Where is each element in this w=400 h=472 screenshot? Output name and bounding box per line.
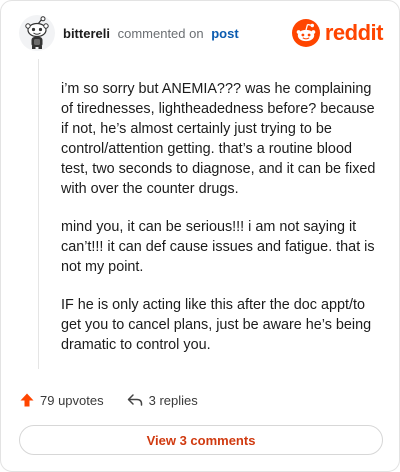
replies-button[interactable]: 3 replies	[126, 392, 198, 408]
post-link[interactable]: post	[211, 26, 238, 41]
upvote-count: 79 upvotes	[40, 392, 104, 408]
reply-count: 3 replies	[148, 392, 198, 408]
commented-on-text: commented on	[117, 26, 204, 41]
comment-header: bittereli commented on post reddit	[19, 15, 384, 55]
comment-embed-card: bittereli commented on post reddit i’m s…	[0, 0, 400, 472]
reddit-logo[interactable]: reddit	[291, 18, 384, 48]
upvote-arrow-icon	[20, 393, 34, 407]
view-comments-button[interactable]: View 3 comments	[19, 425, 383, 455]
reddit-snoo-icon	[291, 19, 320, 47]
comment-paragraph: IF he is only acting like this after the…	[61, 297, 372, 353]
upvote-button[interactable]: 79 upvotes	[19, 392, 104, 408]
username-link[interactable]: bittereli	[63, 26, 110, 41]
comment-paragraph: mind you, it can be serious!!! i am not …	[61, 219, 375, 275]
comment-paragraph: i’m so sorry but ANEMIA??? was he compla…	[61, 81, 376, 197]
snoo-avatar-icon	[19, 15, 55, 51]
reddit-wordmark: reddit	[324, 20, 384, 45]
comment-actions: 79 upvotes 3 replies	[19, 389, 220, 411]
thread-line[interactable]	[38, 59, 39, 369]
comment-body: i’m so sorry but ANEMIA??? was he compla…	[61, 79, 379, 373]
reply-arrow-icon	[127, 394, 142, 406]
comment-meta: bittereli commented on post	[63, 26, 239, 42]
user-avatar[interactable]	[19, 15, 55, 51]
